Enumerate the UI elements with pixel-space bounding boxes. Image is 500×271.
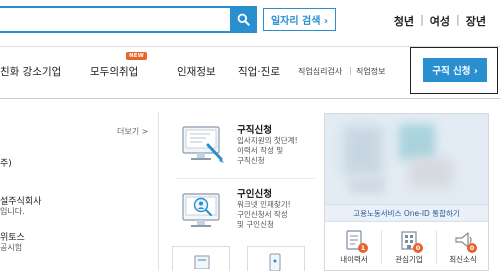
- quick-menu-label: 내이력서: [340, 255, 368, 264]
- search-button[interactable]: [230, 6, 257, 33]
- audience-menu: 청년 | 여성 | 장년: [394, 13, 486, 29]
- resume-icon: 1: [343, 229, 368, 253]
- nav-item-talent-info[interactable]: 인재정보: [177, 64, 216, 79]
- blurred-area: [399, 124, 435, 160]
- document-icon: [194, 255, 210, 269]
- oneid-integration-button[interactable]: 고용노동서비스 One-ID 통합하기: [325, 204, 488, 222]
- quick-menu-resume[interactable]: 1 내이력서: [327, 224, 381, 271]
- service-desc: 입사지원의 첫단계! 이력서 작성 및 구직신청: [237, 136, 317, 166]
- service-desc-line: 입사지원의 첫단계!: [237, 136, 298, 145]
- audience-youth-link[interactable]: 청년: [394, 13, 414, 29]
- count-badge: 0: [413, 243, 423, 253]
- service-desc-line: 워크넷 인재찾기!: [237, 200, 291, 209]
- column-divider: [158, 112, 159, 271]
- quick-menu-label: 관심기업: [395, 255, 423, 264]
- service-card[interactable]: [247, 246, 305, 271]
- nav-item-employment-for-all[interactable]: 모두의취업: [90, 64, 138, 79]
- nav-item-career-path[interactable]: 직업·진로: [238, 64, 280, 79]
- job-search-button[interactable]: 일자리 검색 ›: [263, 8, 336, 31]
- divider: |: [456, 13, 460, 26]
- list-item[interactable]: 주): [0, 156, 12, 169]
- audience-women-link[interactable]: 여성: [430, 13, 450, 29]
- nav-bottom-divider: [0, 98, 500, 99]
- divider: |: [420, 13, 424, 26]
- list-item-desc: 공시험: [0, 243, 23, 252]
- nav-sub-psych-test[interactable]: 직업심리검사: [298, 66, 342, 77]
- monitor-person-search-icon: [182, 193, 220, 227]
- service-title-job-apply[interactable]: 구직신청: [237, 122, 272, 136]
- service-desc-line: 구인신청서 작성: [237, 210, 288, 219]
- phone-icon: [269, 253, 281, 271]
- nav-sub-job-info[interactable]: 직업정보: [356, 66, 385, 77]
- count-badge: 1: [358, 243, 368, 253]
- quick-menu-latest-news[interactable]: 0 최신소식: [436, 224, 490, 271]
- service-title-recruit-apply[interactable]: 구인신청: [237, 186, 272, 200]
- nav-item-small-business[interactable]: 친화 강소기업: [0, 64, 61, 79]
- count-badge: 0: [467, 243, 477, 253]
- user-info-area: [325, 114, 488, 204]
- new-badge: NEW: [126, 52, 148, 60]
- search-icon: [237, 13, 250, 26]
- quick-menu-favorite-company[interactable]: 0 관심기업: [382, 224, 436, 271]
- monitor-pen-icon: [182, 126, 224, 163]
- company-icon: 0: [398, 229, 423, 253]
- divider: [175, 178, 315, 179]
- service-card[interactable]: [172, 246, 230, 271]
- quick-menu-label: 최신소식: [449, 255, 477, 264]
- service-desc-line: 구직신청: [237, 156, 265, 165]
- search-input[interactable]: [0, 6, 232, 33]
- blurred-area: [409, 158, 453, 188]
- more-link[interactable]: 더보기 >: [117, 126, 148, 137]
- service-desc-line: 및 구인신청: [237, 220, 274, 229]
- job-apply-button[interactable]: 구직 신청 ›: [423, 58, 487, 82]
- blurred-area: [349, 178, 385, 194]
- list-item-desc: 입니다.: [0, 207, 25, 216]
- notice-icon: 0: [452, 229, 477, 253]
- divider: |: [349, 66, 352, 75]
- service-desc-line: 이력서 작성 및: [237, 146, 284, 155]
- blurred-area: [343, 126, 383, 176]
- audience-senior-link[interactable]: 장년: [466, 13, 486, 29]
- service-desc: 워크넷 인재찾기! 구인신청서 작성 및 구인신청: [237, 200, 317, 230]
